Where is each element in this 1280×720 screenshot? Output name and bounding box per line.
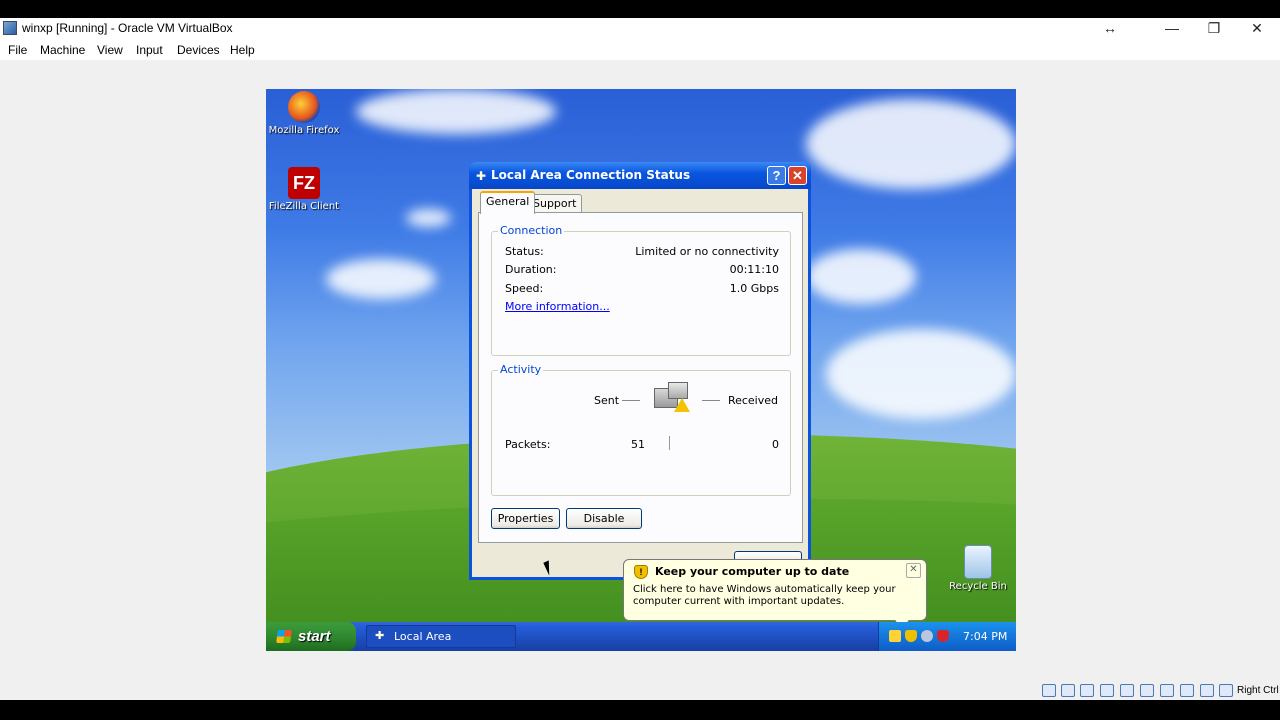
packets-label: Packets: <box>505 438 551 451</box>
start-button[interactable]: start <box>266 622 356 651</box>
host-titlebar: winxp [Running] - Oracle VM VirtualBox ↔… <box>0 18 1280 40</box>
host-key-label: Right Ctrl <box>1237 685 1279 696</box>
more-info-row: More information... <box>505 300 779 313</box>
start-label: start <box>298 628 331 645</box>
optical-drive-icon[interactable] <box>1061 684 1075 697</box>
vm-status-bar: Right Ctrl <box>0 680 1280 700</box>
shield-icon: ! <box>634 565 648 579</box>
capture-icon[interactable] <box>1180 684 1194 697</box>
menu-help[interactable]: Help <box>230 43 255 57</box>
cpu-icon[interactable] <box>1200 684 1214 697</box>
network-warning-icon[interactable] <box>889 630 901 642</box>
window-title: winxp [Running] - Oracle VM VirtualBox <box>22 21 233 35</box>
status-value: Limited or no connectivity <box>635 245 779 258</box>
filezilla-icon: FZ <box>288 167 320 199</box>
shared-folders-icon[interactable] <box>1140 684 1154 697</box>
dialog-titlebar[interactable]: ✚ Local Area Connection Status ? ✕ <box>469 162 811 189</box>
dialog-title: Local Area Connection Status <box>491 168 691 182</box>
clock[interactable]: 7:04 PM <box>963 630 1007 643</box>
update-shield-icon[interactable] <box>905 630 917 642</box>
hard-disk-icon[interactable] <box>1042 684 1056 697</box>
disable-button[interactable]: Disable <box>566 508 642 529</box>
packets-received-value: 0 <box>772 438 779 451</box>
packets-row: Packets: 51 0 <box>505 436 779 451</box>
menu-input[interactable]: Input <box>136 43 163 57</box>
restore-button[interactable]: ❐ <box>1191 18 1237 40</box>
connection-status-dialog: ✚ Local Area Connection Status ? ✕ Gener… <box>469 162 811 580</box>
group-title: Connection <box>498 224 565 237</box>
menu-bar: File Machine View Input Devices Help <box>0 40 1280 60</box>
minimize-button[interactable]: — <box>1149 18 1195 40</box>
received-label: Received <box>727 394 778 407</box>
guest-desktop: Mozilla Firefox FZ FileZilla Client Recy… <box>266 89 1016 651</box>
status-label: Status: <box>505 245 544 258</box>
duration-value: 00:11:10 <box>729 263 779 276</box>
tab-panel: Connection Status: Limited or no connect… <box>478 212 803 543</box>
packets-divider <box>669 436 670 450</box>
security-center-icon[interactable] <box>937 630 949 642</box>
menu-file[interactable]: File <box>8 43 27 57</box>
desktop-icon-firefox[interactable]: Mozilla Firefox <box>266 91 342 136</box>
group-title: Activity <box>498 363 544 376</box>
received-line <box>702 400 720 401</box>
speed-label: Speed: <box>505 282 544 295</box>
speed-row: Speed: 1.0 Gbps <box>505 282 779 295</box>
desktop-icon-recycle-bin[interactable]: Recycle Bin <box>940 545 1016 592</box>
sent-label: Sent <box>594 394 620 407</box>
cloud <box>806 99 1016 189</box>
network-icon[interactable] <box>1100 684 1114 697</box>
balloon-text: Click here to have Windows automatically… <box>633 584 896 607</box>
sent-line <box>622 400 640 401</box>
volume-icon[interactable] <box>921 630 933 642</box>
activity-group: Activity Sent Received Packets: 51 0 <box>491 363 791 496</box>
menu-devices[interactable]: Devices <box>177 43 220 57</box>
more-information-link[interactable]: More information... <box>505 300 610 313</box>
tab-support[interactable]: Support <box>527 194 583 213</box>
firefox-icon <box>288 91 320 123</box>
network-activity-icon <box>650 382 696 424</box>
cloud <box>826 329 1016 419</box>
audio-icon[interactable] <box>1080 684 1094 697</box>
desktop-icon-label: FileZilla Client <box>268 201 340 212</box>
desktop-icon-label: Mozilla Firefox <box>268 125 340 136</box>
help-button[interactable]: ? <box>767 166 786 185</box>
tab-general[interactable]: General <box>480 191 536 214</box>
recycle-bin-icon <box>964 545 992 579</box>
balloon-title: Keep your computer up to date <box>655 565 850 578</box>
close-button[interactable]: ✕ <box>1234 18 1280 40</box>
warning-icon <box>674 398 690 412</box>
cloud <box>406 209 451 227</box>
connection-group: Connection Status: Limited or no connect… <box>491 224 791 356</box>
windows-logo-icon <box>276 630 292 643</box>
status-row: Status: Limited or no connectivity <box>505 245 779 258</box>
mouse-integration-icon[interactable] <box>1219 684 1233 697</box>
taskbar-item-local-area-connection[interactable]: ✚ Local Area Connectio... <box>366 625 516 648</box>
cloud <box>806 249 916 304</box>
network-connection-icon: ✚ <box>476 169 487 183</box>
taskbar: start ✚ Local Area Connectio... 7:04 PM <box>266 622 1016 651</box>
duration-row: Duration: 00:11:10 <box>505 263 779 276</box>
computer-icon <box>668 382 688 399</box>
usb-icon[interactable] <box>1120 684 1134 697</box>
resize-icon[interactable]: ↔ <box>1087 18 1133 40</box>
speed-value: 1.0 Gbps <box>729 282 779 295</box>
taskbar-item-label: Local Area Connectio... <box>394 630 452 643</box>
system-tray: 7:04 PM <box>878 622 1016 651</box>
virtualbox-icon <box>3 21 17 35</box>
dialog-body: General Support Connection Status: Limit… <box>472 189 808 577</box>
update-balloon[interactable]: ! Keep your computer up to date ✕ Click … <box>623 559 927 630</box>
cloud <box>356 89 556 134</box>
cloud <box>326 259 436 299</box>
menu-view[interactable]: View <box>97 43 123 57</box>
properties-button[interactable]: Properties <box>491 508 560 529</box>
balloon-close-button[interactable]: ✕ <box>906 563 921 578</box>
display-icon[interactable] <box>1160 684 1174 697</box>
desktop-icon-label: Recycle Bin <box>949 581 1007 592</box>
duration-label: Duration: <box>505 263 557 276</box>
dialog-close-button[interactable]: ✕ <box>788 166 807 185</box>
packets-sent-value: 51 <box>631 438 645 451</box>
menu-machine[interactable]: Machine <box>40 43 85 57</box>
desktop-icon-filezilla[interactable]: FZ FileZilla Client <box>266 167 342 212</box>
network-connection-icon: ✚ <box>375 630 385 642</box>
